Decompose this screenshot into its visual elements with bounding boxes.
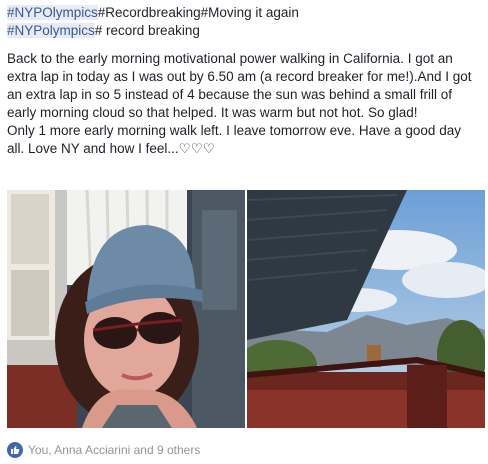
balcony-image [247,190,485,428]
post-body: Back to the early morning motivational p… [7,50,481,158]
reactions-bar[interactable]: You, Anna Acciarini and 9 others [7,441,200,459]
hashtag-line: #NYPOlympics#Recordbreaking#Moving it ag… [7,4,483,40]
hashtag-nypolympics-2[interactable]: #NYPolympics [7,23,95,38]
hashtag-moving-it-again[interactable]: #Moving it again [201,5,299,20]
post-paragraph-1: Back to the early morning motivational p… [7,51,472,120]
thumbs-up-icon [7,442,23,458]
post-paragraph-2: Only 1 more early morning walk left. I l… [7,123,461,156]
hashtag-record-breaking: # record breaking [94,23,200,38]
selfie-image [7,190,245,428]
hashtag-recordbreaking[interactable]: #Recordbreaking [98,5,201,20]
facebook-post: #NYPOlympics#Recordbreaking#Moving it ag… [0,0,488,464]
hashtag-nypolympics[interactable]: #NYPOlympics [7,5,98,20]
balcony-view-photo[interactable] [247,190,485,428]
photo-grid [7,190,485,428]
reactions-text[interactable]: You, Anna Acciarini and 9 others [28,443,200,457]
selfie-photo[interactable] [7,190,245,428]
